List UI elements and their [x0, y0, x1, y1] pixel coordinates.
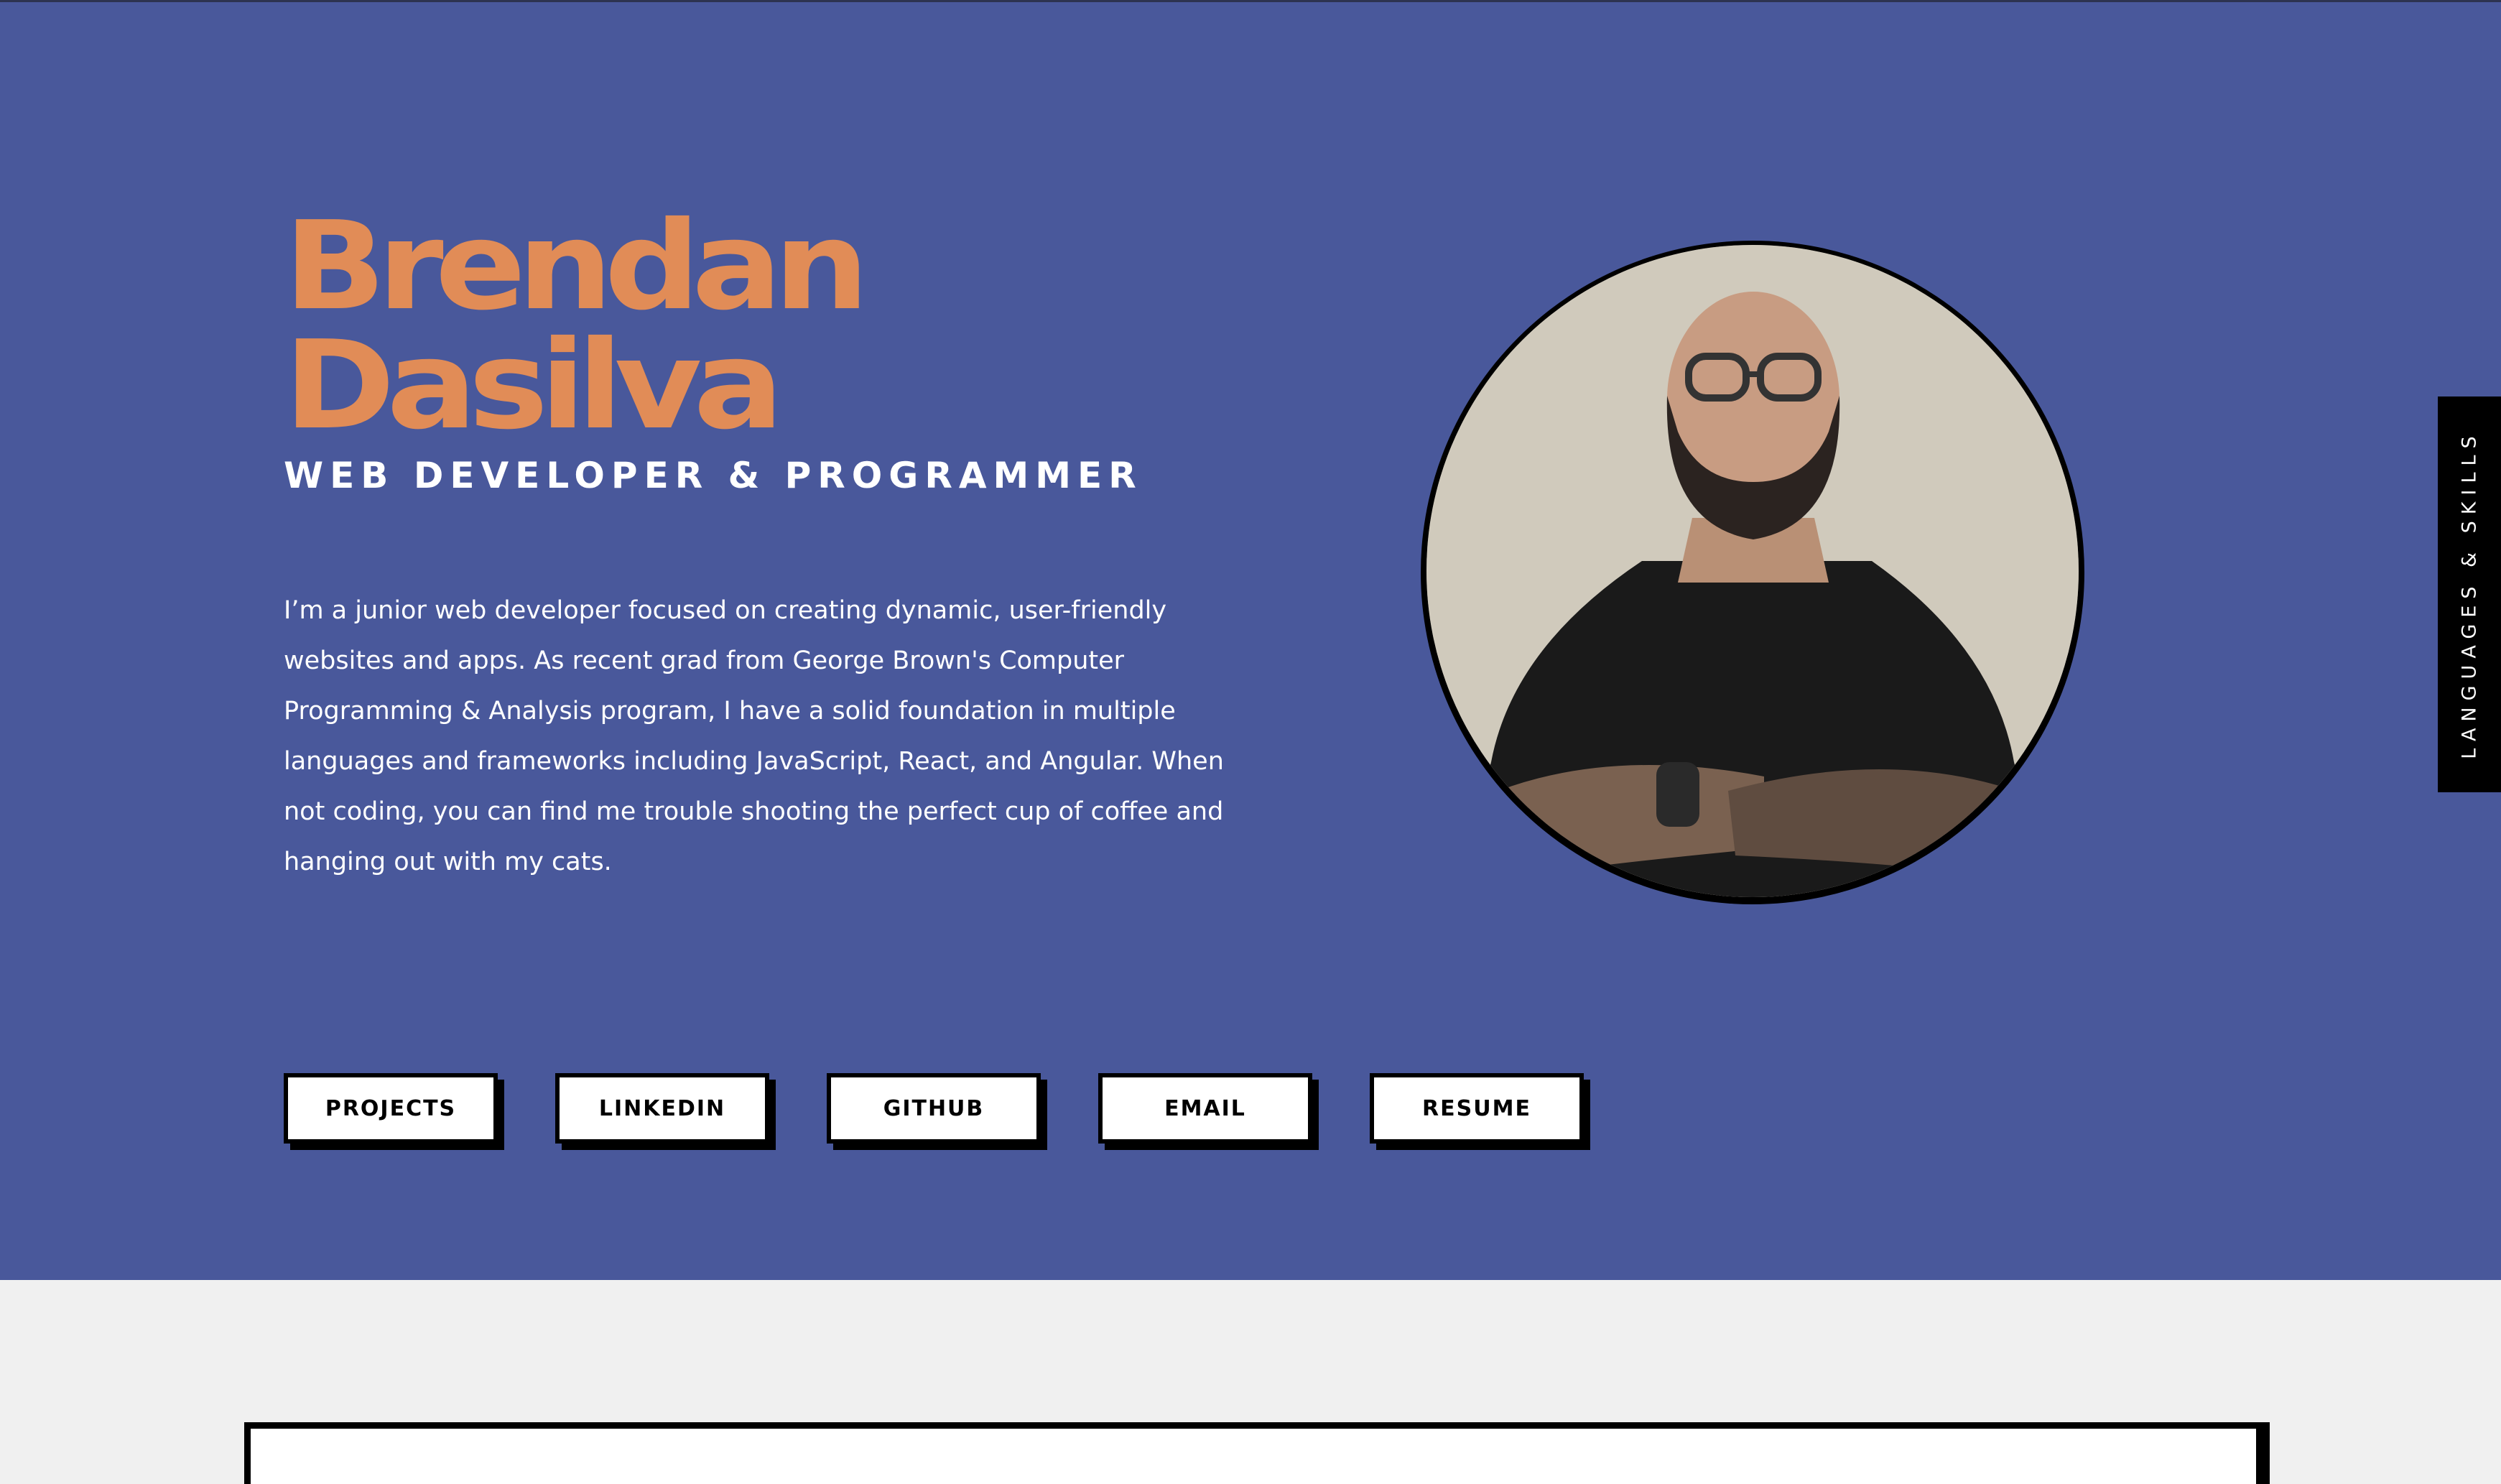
- page-title: Brendan Dasilva: [284, 195, 1153, 457]
- github-button[interactable]: GITHUB: [827, 1073, 1041, 1144]
- languages-skills-tab[interactable]: LANGUAGES & SKILLS: [2438, 396, 2501, 792]
- name-first: Brendan: [284, 195, 869, 338]
- side-tab-label: LANGUAGES & SKILLS: [2458, 430, 2481, 759]
- person-illustration: [1426, 245, 2079, 897]
- content-card: [244, 1422, 2263, 1484]
- bio-paragraph: I’m a junior web developer focused on cr…: [284, 596, 1224, 876]
- name-last: Dasilva: [284, 315, 784, 457]
- email-button[interactable]: EMAIL: [1098, 1073, 1312, 1144]
- resume-button[interactable]: RESUME: [1370, 1073, 1584, 1144]
- portrait-photo: [1426, 245, 2079, 897]
- projects-button[interactable]: PROJECTS: [284, 1073, 498, 1144]
- linkedin-button[interactable]: LINKEDIN: [555, 1073, 769, 1144]
- job-title: WEB DEVELOPER & PROGRAMMER: [284, 455, 1143, 496]
